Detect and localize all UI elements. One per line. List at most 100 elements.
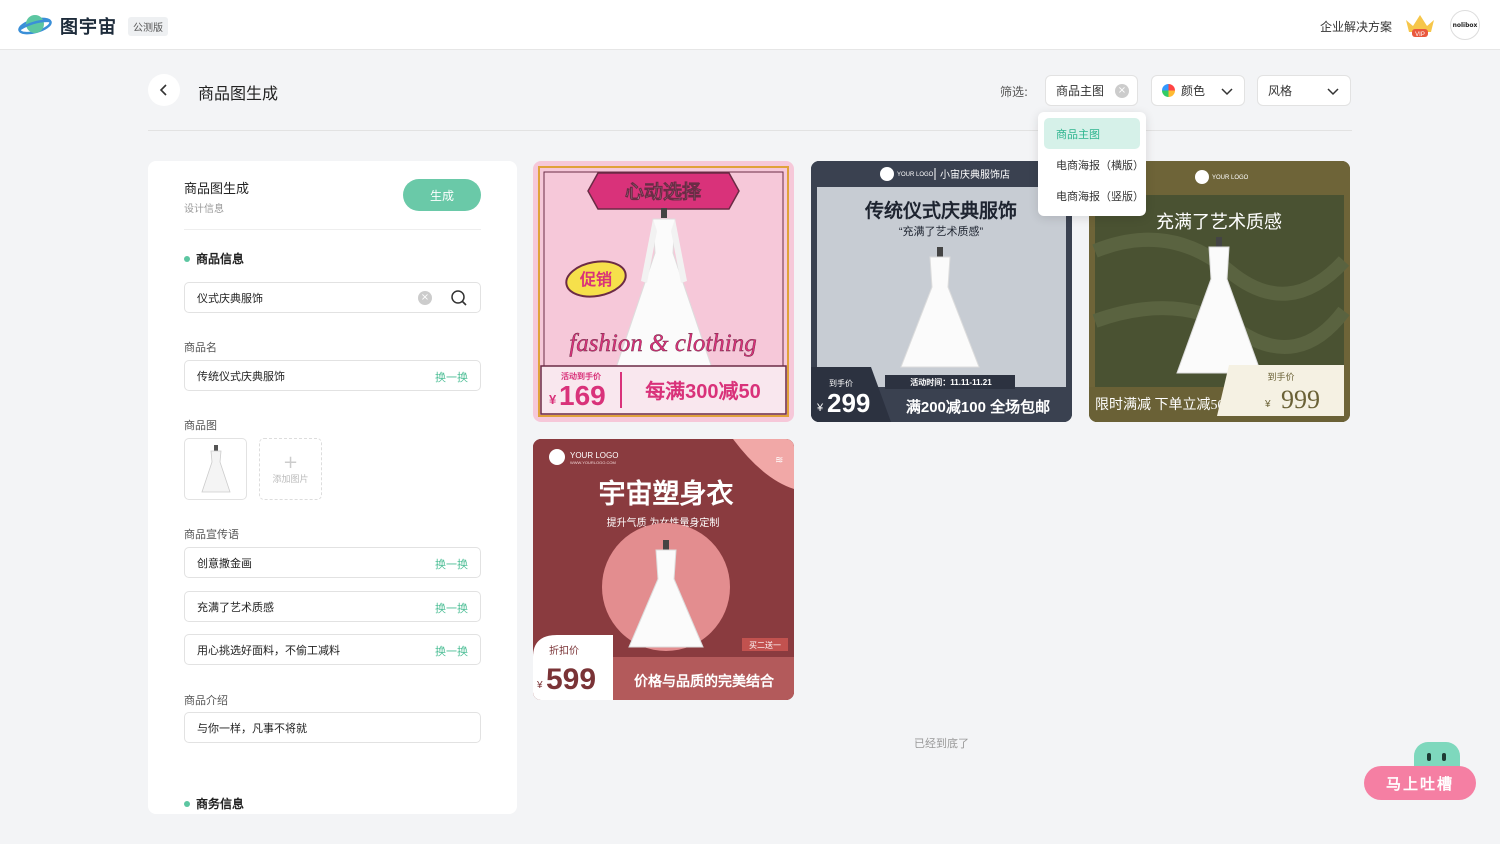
card-1-script: fashion & clothing <box>569 330 757 357</box>
card-2-quote: “充满了艺术质感” <box>899 224 984 238</box>
chevron-down-icon <box>1221 88 1233 96</box>
panel-divider <box>184 229 481 230</box>
back-button[interactable] <box>148 74 180 106</box>
filter-label: 筛选: <box>1000 85 1029 99</box>
header-divider <box>148 130 1352 131</box>
dropdown-item-poster-vertical[interactable]: 电商海报（竖版） <box>1044 180 1144 211</box>
result-card-1[interactable]: 心动选择 促销 fashion & clothing 活动到手价 ¥ 169 每… <box>533 161 794 422</box>
brand-name[interactable]: 图宇宙 <box>60 13 117 39</box>
slogan-field-3[interactable]: 用心挑选好面料，不偷工减料 换一换 <box>184 634 481 665</box>
card-2-price-tag: 到手价 <box>829 378 853 388</box>
product-search-value: 仪式庆典服饰 <box>197 291 263 305</box>
filter-color-select[interactable]: 颜色 <box>1151 75 1245 106</box>
card-2-title: 传统仪式庆典服饰 <box>864 199 1017 222</box>
product-intro-field[interactable]: 与你一样，凡事不将就 <box>184 712 481 743</box>
svg-text:VIP: VIP <box>1415 32 1425 38</box>
filter-color-value: 颜色 <box>1181 84 1206 98</box>
card-4-currency: ¥ <box>536 680 543 691</box>
card-1-currency: ¥ <box>549 392 557 407</box>
clear-filter-icon[interactable]: × <box>1115 84 1129 98</box>
card-2-price: 299 <box>827 388 870 418</box>
slogan-value: 用心挑选好面料，不偷工减料 <box>197 643 340 657</box>
clear-search-icon[interactable]: × <box>418 291 432 305</box>
product-image-thumbnail[interactable] <box>184 438 247 500</box>
end-of-list-text: 已经到底了 <box>914 737 969 750</box>
feedback-label: 马上吐槽 <box>1364 766 1476 800</box>
filter-style-select[interactable]: 风格 <box>1257 75 1351 106</box>
panel-subtitle: 设计信息 <box>184 204 224 215</box>
slogan-label: 商品宣传语 <box>184 528 239 541</box>
enterprise-solutions-link[interactable]: 企业解决方案 <box>1320 18 1392 35</box>
panel-title: 商品图生成 <box>184 182 250 197</box>
swap-slogan-button[interactable]: 换一换 <box>435 643 468 659</box>
slogan-field-2[interactable]: 充满了艺术质感 换一换 <box>184 591 481 622</box>
card-2-artwork: YOUR LOGO 小宙庆典服饰店 传统仪式庆典服饰 “充满了艺术质感” 到手价… <box>811 161 1072 422</box>
card-1-price: 169 <box>559 380 606 411</box>
dress-icon <box>200 445 231 493</box>
card-4-price: 599 <box>546 663 596 696</box>
card-2-currency: ¥ <box>816 402 824 414</box>
card-4-deal: 价格与品质的完美结合 <box>634 673 775 689</box>
card-1-deal: 每满300减50 <box>645 379 761 403</box>
swap-slogan-button[interactable]: 换一换 <box>435 600 468 616</box>
card-4-artwork: YOUR LOGO WWW.YOURLOGO.COM ≋ 宇宙塑身衣 提升气质 … <box>533 439 794 700</box>
slogan-field-1[interactable]: 创意撒金画 换一换 <box>184 547 481 578</box>
product-name-label: 商品名 <box>184 341 217 354</box>
type-dropdown-menu: 商品主图 电商海报（横版） 电商海报（竖版） <box>1038 112 1146 216</box>
color-wheel-icon <box>1162 84 1175 97</box>
planet-logo-icon[interactable] <box>18 12 52 38</box>
feedback-button[interactable]: 马上吐槽 <box>1364 742 1476 802</box>
chevron-left-icon <box>159 84 167 96</box>
vip-crown-icon[interactable]: VIP <box>1404 12 1436 38</box>
dropdown-item-poster-horizontal[interactable]: 电商海报（横版） <box>1044 149 1144 180</box>
filter-style-value: 风格 <box>1268 84 1293 98</box>
dropdown-item-main-image[interactable]: 商品主图 <box>1044 118 1140 149</box>
swap-name-button[interactable]: 换一换 <box>435 369 468 385</box>
card-4-badge: 买二送一 <box>749 640 781 650</box>
card-4-logo: YOUR LOGO <box>570 451 618 460</box>
product-search-input[interactable]: 仪式庆典服饰 × <box>184 282 481 313</box>
card-3-price-tag: 到手价 <box>1267 371 1294 382</box>
card-3-deal: 限时满减 下单立减50 <box>1095 397 1225 413</box>
add-image-label: 添加图片 <box>272 474 309 485</box>
card-1-promo: 促销 <box>579 270 612 289</box>
card-4-price-tag: 折扣价 <box>549 644 579 657</box>
card-1-banner: 心动选择 <box>625 181 702 203</box>
product-intro-value: 与你一样，凡事不将就 <box>197 721 307 735</box>
search-icon[interactable] <box>450 289 468 307</box>
card-3-logo: YOUR LOGO <box>1212 175 1249 181</box>
card-2-shop: 小宙庆典服饰店 <box>940 168 1010 181</box>
slogan-value: 创意撒金画 <box>197 556 252 570</box>
card-4-logo-sub: WWW.YOURLOGO.COM <box>570 460 616 465</box>
swap-slogan-button[interactable]: 换一换 <box>435 556 468 572</box>
filter-main-image-select[interactable]: 商品主图 × <box>1045 75 1138 106</box>
wave-icon: ≋ <box>775 455 783 466</box>
plus-icon: + <box>282 451 299 473</box>
top-bar: 图宇宙 公测版 企业解决方案 VIP nolibox <box>0 0 1500 50</box>
chevron-down-icon <box>1327 88 1339 96</box>
card-3-currency: ¥ <box>1264 399 1271 410</box>
section-product-info: 商品信息 <box>184 250 244 267</box>
product-intro-label: 商品介绍 <box>184 694 228 707</box>
card-3-price: 999 <box>1281 385 1320 414</box>
avatar[interactable]: nolibox <box>1450 10 1480 40</box>
add-image-button[interactable]: + 添加图片 <box>259 438 322 500</box>
beta-badge: 公测版 <box>128 17 168 36</box>
card-2-logo: YOUR LOGO <box>897 172 934 178</box>
product-image-label: 商品图 <box>184 419 217 432</box>
generate-button[interactable]: 生成 <box>403 179 481 211</box>
result-card-4[interactable]: YOUR LOGO WWW.YOURLOGO.COM ≋ 宇宙塑身衣 提升气质 … <box>533 439 794 700</box>
card-4-title: 宇宙塑身衣 <box>599 478 734 509</box>
result-card-2[interactable]: YOUR LOGO 小宙庆典服饰店 传统仪式庆典服饰 “充满了艺术质感” 到手价… <box>811 161 1072 422</box>
card-2-time: 活动时间：11.11-11.21 <box>910 377 992 387</box>
page-title: 商品图生成 <box>198 84 279 103</box>
card-1-artwork: 心动选择 促销 fashion & clothing 活动到手价 ¥ 169 每… <box>538 166 789 417</box>
section-business-info: 商务信息 <box>184 795 244 812</box>
filter-main-value: 商品主图 <box>1056 84 1105 98</box>
design-info-panel: 商品图生成 设计信息 生成 商品信息 仪式庆典服饰 × 商品名 传统仪式庆典服饰… <box>148 161 517 814</box>
product-name-value: 传统仪式庆典服饰 <box>197 369 285 383</box>
product-name-field[interactable]: 传统仪式庆典服饰 换一换 <box>184 360 481 391</box>
card-2-deal: 满200减100 全场包邮 <box>906 398 1050 416</box>
card-3-title: 充满了艺术质感 <box>1156 212 1282 232</box>
slogan-value: 充满了艺术质感 <box>197 600 274 614</box>
